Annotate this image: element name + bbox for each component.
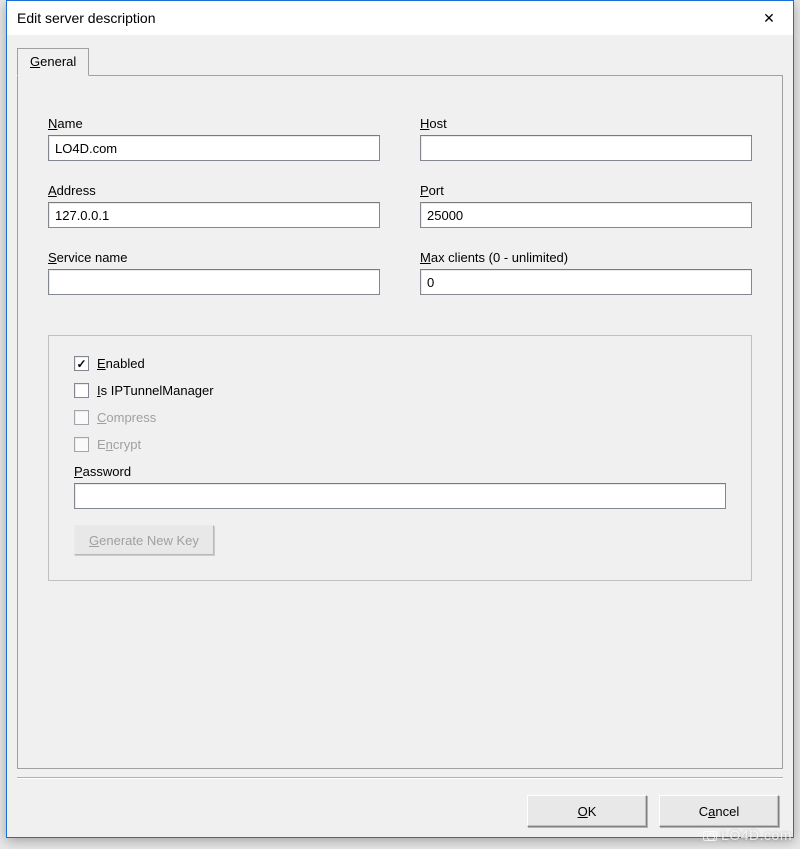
label-max-clients: Max clients (0 - unlimited) [420, 250, 752, 265]
ok-button[interactable]: OK [527, 795, 647, 827]
input-max-clients[interactable] [420, 269, 752, 295]
field-host: Host [420, 116, 752, 161]
separator [17, 777, 783, 779]
dialog-buttons: OK Cancel [527, 795, 779, 827]
label-name: Name [48, 116, 380, 131]
watermark: LO4D.com [703, 827, 792, 843]
options-group: Enabled Is IPTunnelManager Compress Encr… [48, 335, 752, 581]
label-port: Port [420, 183, 752, 198]
watermark-text: LO4D.com [721, 827, 792, 843]
field-address: Address [48, 183, 380, 228]
row-encrypt: Encrypt [74, 437, 726, 452]
label-host: Host [420, 116, 752, 131]
checkbox-compress [74, 410, 89, 425]
dialog-window: Edit server description ✕ General Name [6, 0, 794, 838]
input-service-name[interactable] [48, 269, 380, 295]
input-port[interactable] [420, 202, 752, 228]
input-name[interactable] [48, 135, 380, 161]
tab-strip: General [17, 47, 91, 75]
row-istunnel: Is IPTunnelManager [74, 383, 726, 398]
row-compress: Compress [74, 410, 726, 425]
close-button[interactable]: ✕ [745, 1, 793, 35]
generate-key-button: Generate New Key [74, 525, 214, 555]
label-enabled[interactable]: Enabled [97, 356, 145, 371]
titlebar: Edit server description ✕ [7, 1, 793, 35]
checkbox-encrypt [74, 437, 89, 452]
tab-general-hotkey: G [30, 54, 40, 69]
field-port: Port [420, 183, 752, 228]
label-istunnel[interactable]: Is IPTunnelManager [97, 383, 214, 398]
password-block: Password [74, 464, 726, 509]
tab-panel-general: Name Host Address Port [17, 75, 783, 769]
tab-general[interactable]: General [17, 48, 89, 76]
field-grid: Name Host Address Port [48, 116, 752, 295]
label-service-name: Service name [48, 250, 380, 265]
cancel-button[interactable]: Cancel [659, 795, 779, 827]
input-address[interactable] [48, 202, 380, 228]
field-max-clients: Max clients (0 - unlimited) [420, 250, 752, 295]
close-icon: ✕ [763, 10, 775, 27]
tab-general-label: eneral [40, 54, 76, 69]
input-host[interactable] [420, 135, 752, 161]
label-encrypt: Encrypt [97, 437, 141, 452]
checkbox-enabled[interactable] [74, 356, 89, 371]
label-password: Password [74, 464, 131, 479]
window-title: Edit server description [17, 10, 745, 26]
input-password[interactable] [74, 483, 726, 509]
label-address: Address [48, 183, 380, 198]
checkbox-istunnel[interactable] [74, 383, 89, 398]
client-area: General Name Host Address [7, 35, 793, 837]
field-name: Name [48, 116, 380, 161]
row-enabled: Enabled [74, 356, 726, 371]
label-compress: Compress [97, 410, 156, 425]
field-service-name: Service name [48, 250, 380, 295]
camera-icon [703, 831, 717, 841]
